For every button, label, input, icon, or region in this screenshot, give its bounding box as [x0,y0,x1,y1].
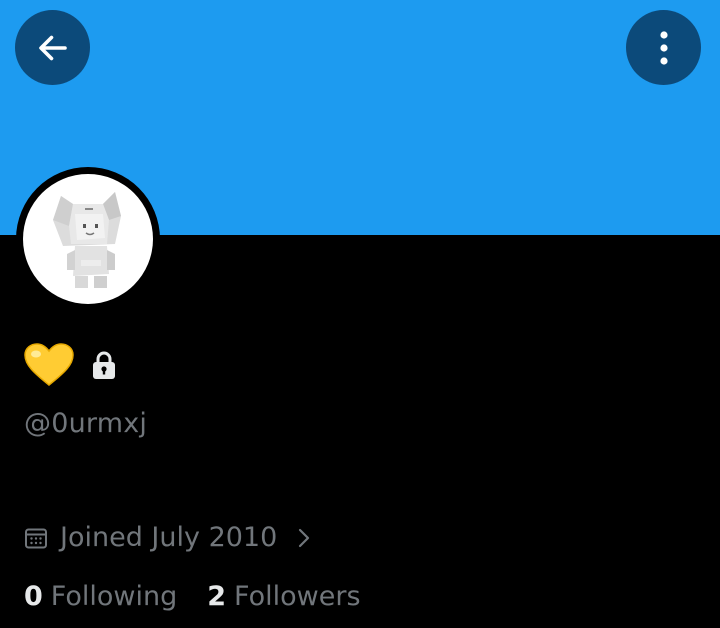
back-button[interactable] [15,10,90,85]
following-link[interactable]: 0 Following [24,581,177,612]
chevron-right-icon [297,527,311,549]
followers-link[interactable]: 2 Followers [207,581,360,612]
display-name-row [24,343,116,387]
follow-stats: 0 Following 2 Followers [24,581,361,612]
arrow-left-icon [38,35,67,60]
more-options-button[interactable] [626,10,701,85]
followers-label: Followers [234,581,361,612]
avatar-ring [16,167,160,311]
yellow-heart-icon [24,343,74,386]
calendar-icon [25,528,47,548]
profile-handle: @0urmxj [24,408,148,439]
following-count: 0 [24,581,43,612]
followers-count: 2 [207,581,227,612]
lock-icon [93,351,115,379]
avatar[interactable] [23,174,153,304]
following-label: Following [50,581,178,612]
more-vertical-icon [659,30,668,65]
joined-date-row[interactable]: Joined July 2010 [24,522,311,553]
profile-page: @0urmxj Joined July 2010 0 Following 2 F… [0,0,720,628]
white-cat-figure-avatar [53,192,121,288]
joined-date-text: Joined July 2010 [60,522,278,553]
